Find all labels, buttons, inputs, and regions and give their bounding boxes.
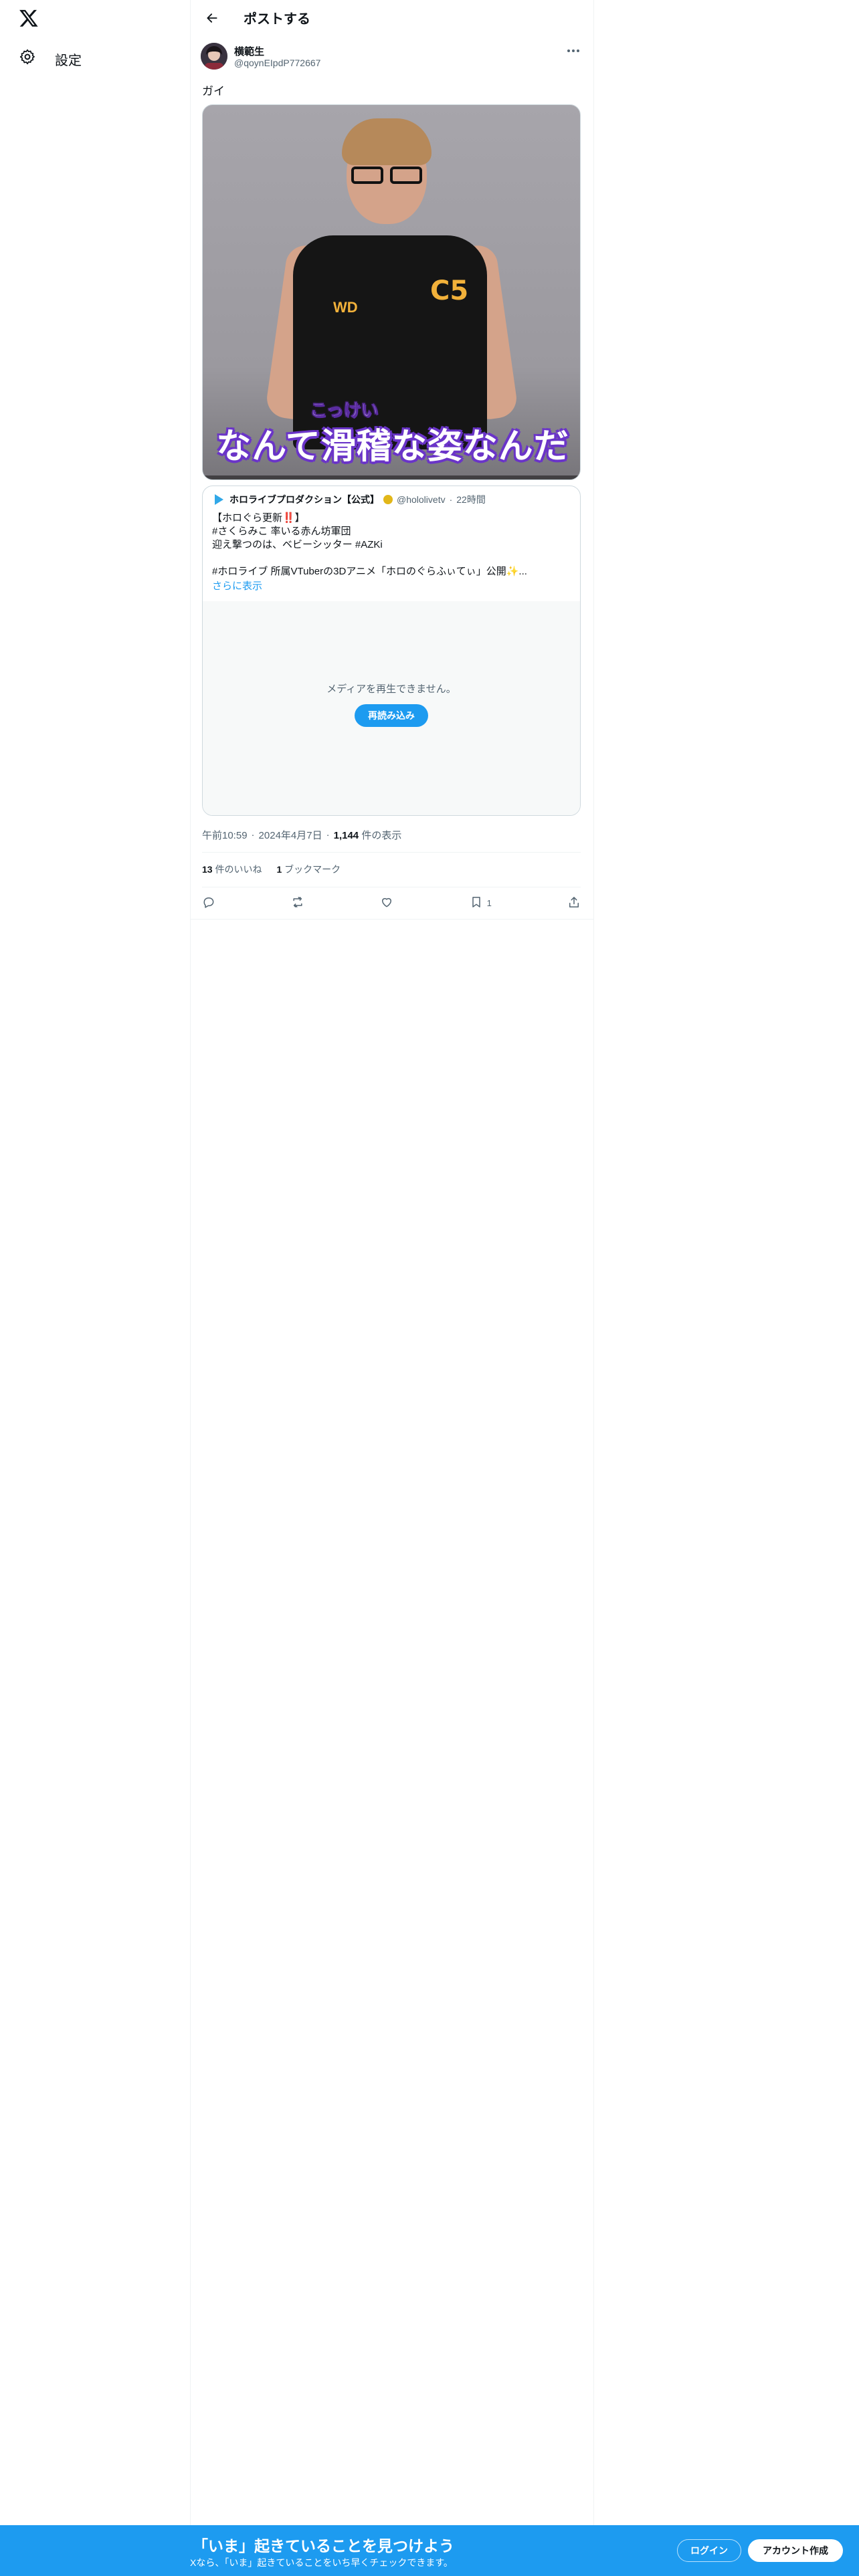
quoted-author-handle[interactable]: @hololivetv [397, 494, 446, 505]
login-button[interactable]: ログイン [677, 2539, 741, 2562]
post-meta: 午前10:59 · 2024年4月7日 · 1,144 件の表示 [202, 828, 401, 842]
quoted-post-text: 【ホロぐら更新‼️】 #さくらみこ 率いる赤ん坊軍団 迎え撃つのは、ベビーシッタ… [212, 512, 527, 577]
quoted-media: メディアを再生できません。 再読み込み [203, 601, 580, 815]
likes-stat[interactable]: 13 件のいいね [202, 863, 262, 876]
share-icon [567, 895, 581, 911]
heart-icon [380, 895, 393, 911]
quoted-author-name[interactable]: ホロライブプロダクション【公式】 [229, 493, 379, 506]
quoted-time[interactable]: 22時間 [456, 493, 486, 506]
post-date[interactable]: 2024年4月7日 [259, 828, 322, 842]
post-text: ガイ [202, 85, 225, 98]
post-time[interactable]: 午前10:59 [202, 828, 248, 842]
page-header: ポストする [201, 0, 594, 35]
views-label: 件の表示 [361, 830, 402, 841]
video-figure-glasses [351, 167, 422, 184]
repost-button[interactable] [291, 895, 304, 911]
shirt-logo: C5 [430, 276, 469, 306]
more-options-icon[interactable] [567, 47, 582, 55]
post-stats: 13 件のいいね 1 ブックマーク [202, 863, 341, 876]
author-handle[interactable]: @qoynEIpdP772667 [234, 58, 320, 68]
bookmarks-stat[interactable]: 1 ブックマーク [276, 863, 341, 876]
x-logo-icon[interactable] [19, 8, 39, 28]
video-progress-bar[interactable] [203, 475, 580, 479]
nav-settings-label: 設定 [55, 53, 82, 68]
signup-banner: 「いま」起きていることを見つけよう Xなら、「いま」起きていることをいち早くチェ… [0, 2525, 859, 2576]
views-count: 1,144 [333, 830, 359, 841]
media-error-message: メディアを再生できません。 [326, 683, 456, 695]
quoted-post-header: ホロライブプロダクション【公式】 @hololivetv · 22時間 [212, 493, 486, 506]
separator: · [326, 829, 330, 841]
back-arrow-icon[interactable] [201, 7, 223, 29]
play-logo-icon [212, 493, 225, 506]
quoted-post[interactable]: ホロライブプロダクション【公式】 @hololivetv · 22時間 【ホロぐ… [202, 486, 581, 816]
bookmark-count: 1 [486, 897, 492, 908]
action-bar: 1 [202, 891, 581, 915]
show-more-link[interactable]: さらに表示 [212, 578, 262, 593]
nav-settings[interactable]: 設定 [19, 48, 82, 70]
banner-subtitle: Xなら、「いま」起きていることをいち早くチェックできます。 [190, 2557, 453, 2568]
signup-button[interactable]: アカウント作成 [748, 2539, 843, 2562]
separator: · [251, 829, 255, 841]
share-button[interactable] [567, 895, 581, 911]
shirt-logo: WD [333, 299, 358, 316]
author-name[interactable]: 横範生 [234, 44, 264, 58]
like-button[interactable] [380, 895, 393, 911]
bookmark-button[interactable]: 1 [470, 895, 492, 911]
separator: · [449, 494, 453, 505]
divider [190, 919, 594, 920]
reply-button[interactable] [202, 895, 215, 911]
verified-badge-icon [383, 495, 393, 504]
avatar[interactable] [201, 43, 227, 70]
page-title: ポストする [244, 12, 310, 27]
video-caption: なんて滑稽な姿なんだ [216, 427, 569, 466]
reload-button[interactable]: 再読み込み [355, 704, 428, 727]
repost-icon [291, 895, 304, 911]
divider [202, 852, 581, 853]
video-figure-hair [342, 118, 432, 165]
banner-title: 「いま」起きていることを見つけよう [193, 2537, 454, 2555]
bookmark-icon [470, 895, 483, 911]
reply-icon [202, 895, 215, 911]
gear-icon [19, 48, 36, 70]
video-player[interactable]: C5 WD こっけい なんて滑稽な姿なんだ [202, 104, 581, 480]
